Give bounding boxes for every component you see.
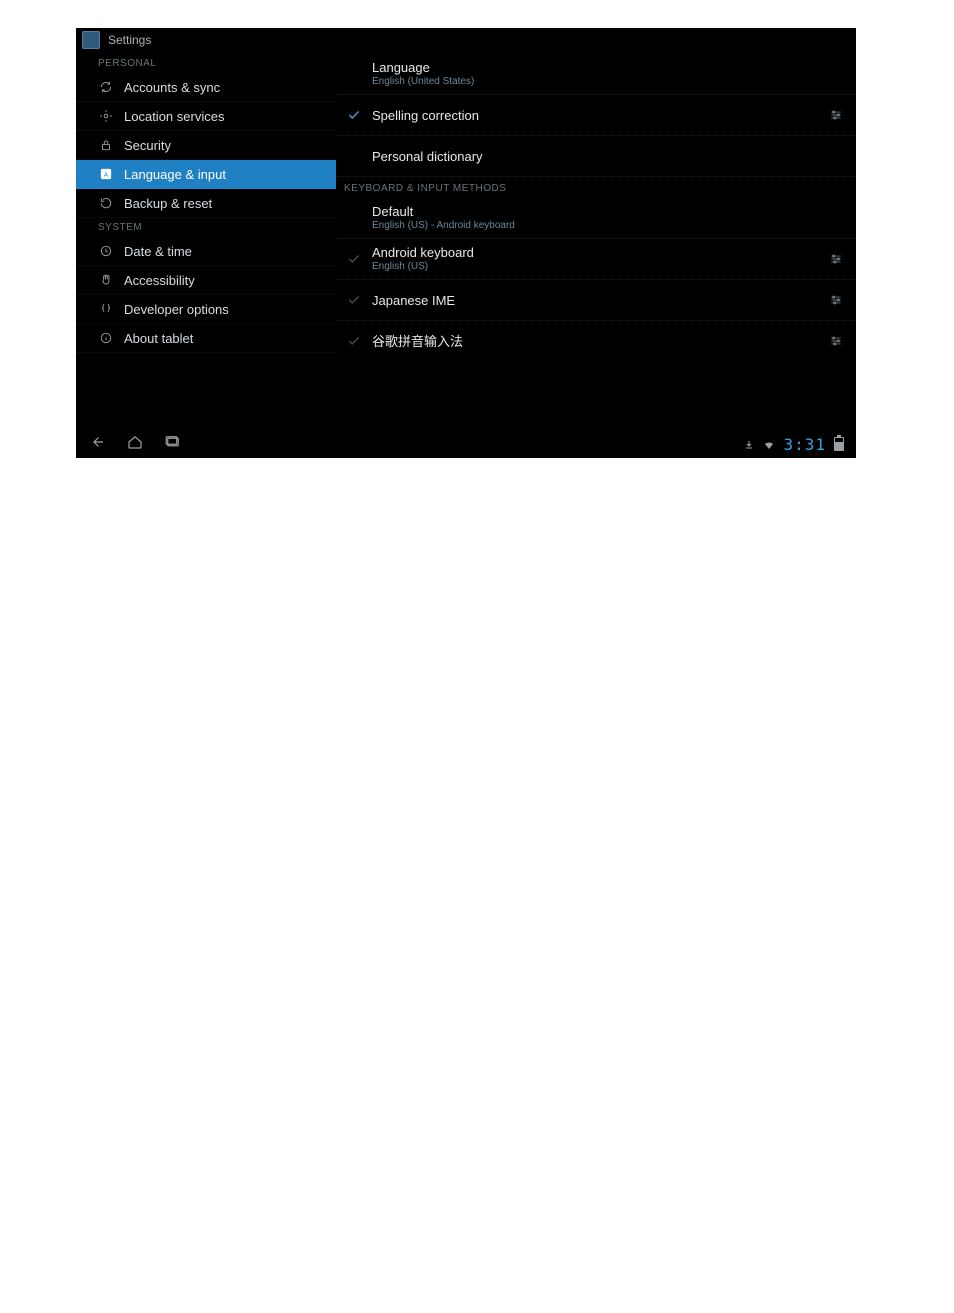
row-subtitle: English (United States) [372,75,846,88]
clock-icon [98,243,114,259]
row-android-keyboard[interactable]: Android keyboard English (US) [336,239,856,280]
sidebar-item-label: Location services [124,109,224,124]
hand-icon [98,272,114,288]
app-header: Settings [76,28,856,52]
settings-sliders-icon[interactable] [826,290,846,310]
download-icon [743,438,755,450]
system-nav-bar: 3:31 [76,432,856,456]
sidebar-item-date-time[interactable]: Date & time [76,237,336,266]
row-google-pinyin[interactable]: 谷歌拼音输入法 [336,321,856,361]
sidebar-item-label: Security [124,138,171,153]
backup-icon [98,195,114,211]
sidebar-item-label: Developer options [124,302,229,317]
recent-apps-button[interactable] [164,433,182,456]
status-clock: 3:31 [783,435,826,454]
sidebar-item-accessibility[interactable]: Accessibility [76,266,336,295]
sidebar-item-location[interactable]: Location services [76,102,336,131]
language-icon: A [98,166,114,182]
back-button[interactable] [88,433,106,456]
row-title: Japanese IME [372,293,818,308]
row-title: Android keyboard [372,245,818,260]
row-title: 谷歌拼音输入法 [372,334,818,349]
settings-sliders-icon[interactable] [826,105,846,125]
sidebar-item-label: Accessibility [124,273,195,288]
settings-sidebar: PERSONAL Accounts & sync Location servic… [76,52,336,432]
row-default-keyboard[interactable]: Default English (US) - Android keyboard [336,198,856,239]
sidebar-item-security[interactable]: Security [76,131,336,160]
settings-sliders-icon[interactable] [826,249,846,269]
sidebar-item-developer-options[interactable]: Developer options [76,295,336,324]
row-japanese-ime[interactable]: Japanese IME [336,280,856,321]
row-title: Personal dictionary [372,149,846,164]
sidebar-item-language-input[interactable]: A Language & input [76,160,336,189]
sidebar-item-label: Date & time [124,244,192,259]
sidebar-item-label: Accounts & sync [124,80,220,95]
settings-screen: Settings PERSONAL Accounts & sync Locati… [76,28,856,458]
sidebar-item-label: About tablet [124,331,193,346]
checkbox-disabled-icon [342,293,366,307]
svg-text:A: A [104,172,108,178]
checkbox-disabled-icon [342,252,366,266]
row-spelling-correction[interactable]: Spelling correction [336,95,856,136]
section-system: SYSTEM [76,218,336,237]
settings-sliders-icon[interactable] [826,331,846,351]
settings-app-icon [82,31,100,49]
location-icon [98,108,114,124]
info-icon [98,330,114,346]
battery-icon [834,437,844,451]
checkbox-checked-icon[interactable] [342,108,366,122]
row-title: Language [372,60,846,75]
sidebar-item-label: Language & input [124,167,226,182]
home-button[interactable] [126,433,144,456]
app-title: Settings [108,33,151,47]
section-keyboard-input: KEYBOARD & INPUT METHODS [336,177,856,198]
row-personal-dictionary[interactable]: Personal dictionary [336,136,856,177]
sync-icon [98,79,114,95]
sidebar-item-backup-reset[interactable]: Backup & reset [76,189,336,218]
row-title: Default [372,204,846,219]
sidebar-item-accounts-sync[interactable]: Accounts & sync [76,73,336,102]
row-subtitle: English (US) [372,260,818,273]
row-title: Spelling correction [372,108,818,123]
wifi-icon [763,438,775,450]
settings-detail-pane: Language English (United States) Spellin… [336,52,856,432]
checkbox-disabled-icon [342,334,366,348]
sidebar-item-label: Backup & reset [124,196,212,211]
section-personal: PERSONAL [76,54,336,73]
braces-icon [98,301,114,317]
sidebar-item-about-tablet[interactable]: About tablet [76,324,336,353]
status-tray[interactable]: 3:31 [743,435,844,454]
lock-icon [98,137,114,153]
row-subtitle: English (US) - Android keyboard [372,219,846,232]
row-language[interactable]: Language English (United States) [336,54,856,95]
